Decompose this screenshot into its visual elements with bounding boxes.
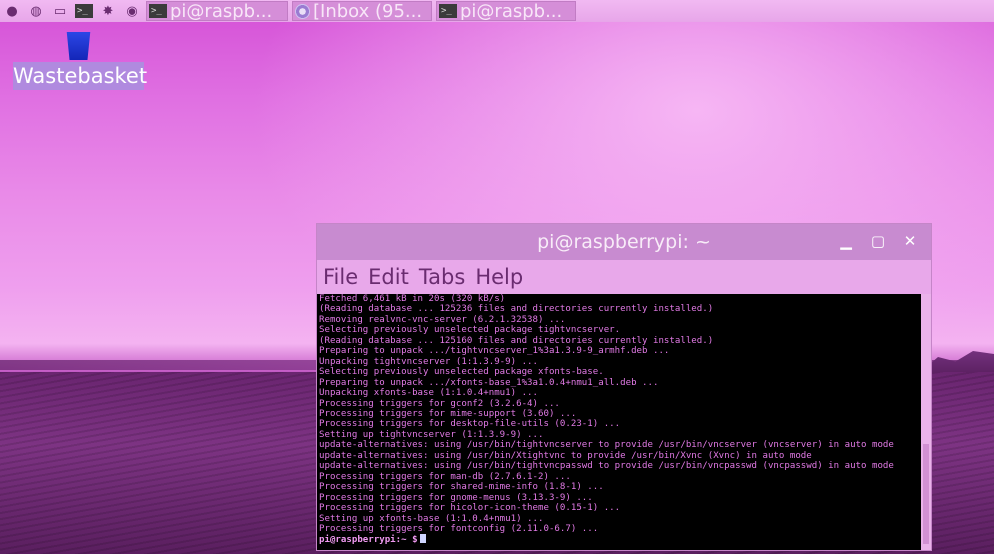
chromium-icon <box>295 3 310 19</box>
terminal-line: Processing triggers for desktop-file-uti… <box>319 419 621 430</box>
menu-bar: File Edit Tabs Help <box>317 260 931 294</box>
terminal-line: Processing triggers for mime-support (3.… <box>319 408 577 419</box>
terminal-line: Processing triggers for gconf2 (3.2.6-4)… <box>319 398 560 409</box>
wolfram-icon[interactable]: ◉ <box>122 2 142 20</box>
scrollbar-thumb[interactable] <box>923 444 929 544</box>
terminal-line: Removing realvnc-vnc-server (6.2.1.32538… <box>319 314 566 325</box>
web-browser-icon[interactable]: ◍ <box>26 2 46 20</box>
terminal-line: Processing triggers for hicolor-icon-the… <box>319 503 621 514</box>
terminal-line: Unpacking xfonts-base (1:1.0.4+nmu1) ... <box>319 388 538 399</box>
terminal-line: Setting up xfonts-base (1:1.0.4+nmu1) ..… <box>319 513 544 524</box>
terminal-line: Processing triggers for man-db (2.7.6.1-… <box>319 471 571 482</box>
text-cursor <box>419 534 426 544</box>
taskbar: ● ◍ ▭ >_ ✸ ◉ >_ pi@raspb... [Inbox (95..… <box>0 0 994 22</box>
window-title: pi@raspberrypi: ~ <box>537 231 711 253</box>
terminal-line: update-alternatives: using /usr/bin/tigh… <box>319 440 894 451</box>
terminal-line: (Reading database ... 125236 files and d… <box>319 304 714 315</box>
minimize-button[interactable]: ▁ <box>837 232 855 250</box>
terminal-line: Selecting previously unselected package … <box>319 367 604 378</box>
terminal-line: Fetched 6,461 kB in 20s (320 kB/s) <box>319 294 506 304</box>
terminal-scrollbar[interactable] <box>921 294 931 550</box>
terminal-line: Processing triggers for fontconfig (2.11… <box>319 523 599 534</box>
trash-icon <box>66 32 91 60</box>
maximize-button[interactable]: ▢ <box>869 232 887 250</box>
terminal-prompt-line[interactable]: pi@raspberrypi:~ $ <box>319 534 923 545</box>
file-manager-icon[interactable]: ▭ <box>50 2 70 20</box>
wastebasket-desktop-icon[interactable]: Wastebasket <box>13 32 148 90</box>
terminal-line: Preparing to unpack .../tightvncserver_1… <box>319 346 670 357</box>
terminal-icon: >_ <box>149 4 167 18</box>
mathematica-icon[interactable]: ✸ <box>98 2 118 20</box>
taskbar-task-terminal-2[interactable]: >_ pi@raspb... <box>436 1 576 21</box>
close-button[interactable]: ✕ <box>901 232 919 250</box>
terminal-window[interactable]: pi@raspberrypi: ~ ▁ ▢ ✕ File Edit Tabs H… <box>316 223 932 551</box>
menu-edit[interactable]: Edit <box>368 265 409 289</box>
menu-tabs[interactable]: Tabs <box>419 265 466 289</box>
terminal-line: Selecting previously unselected package … <box>319 325 621 336</box>
terminal-icon: >_ <box>439 4 457 18</box>
mountains <box>924 351 994 375</box>
terminal-line: Setting up tightvncserver (1:1.3.9-9) ..… <box>319 429 544 440</box>
shell-prompt: pi@raspberrypi:~ $ <box>319 535 418 546</box>
terminal-line: (Reading database ... 125160 files and d… <box>319 335 714 346</box>
taskbar-task-label: pi@raspb... <box>460 1 563 21</box>
raspberry-menu-icon[interactable]: ● <box>2 2 22 20</box>
taskbar-task-label: [Inbox (95... <box>313 1 423 21</box>
terminal-line: Processing triggers for shared-mime-info… <box>319 482 604 493</box>
menu-help[interactable]: Help <box>475 265 523 289</box>
terminal-output[interactable]: Fetched 6,461 kB in 20s (320 kB/s) (Read… <box>317 294 923 550</box>
terminal-icon[interactable]: >_ <box>74 2 94 20</box>
terminal-line: Unpacking tightvncserver (1:1.3.9-9) ... <box>319 356 538 367</box>
terminal-line: update-alternatives: using /usr/bin/Xtig… <box>319 450 812 461</box>
terminal-line: update-alternatives: using /usr/bin/tigh… <box>319 461 894 472</box>
window-titlebar[interactable]: pi@raspberrypi: ~ ▁ ▢ ✕ <box>317 224 931 260</box>
terminal-line: Preparing to unpack .../xfonts-base_1%3a… <box>319 377 659 388</box>
taskbar-task-terminal-1[interactable]: >_ pi@raspb... <box>146 1 288 21</box>
taskbar-task-chromium[interactable]: [Inbox (95... <box>292 1 432 21</box>
menu-file[interactable]: File <box>323 265 358 289</box>
terminal-line: Processing triggers for gnome-menus (3.1… <box>319 492 593 503</box>
wastebasket-label: Wastebasket <box>13 62 148 90</box>
taskbar-task-label: pi@raspb... <box>170 1 273 21</box>
